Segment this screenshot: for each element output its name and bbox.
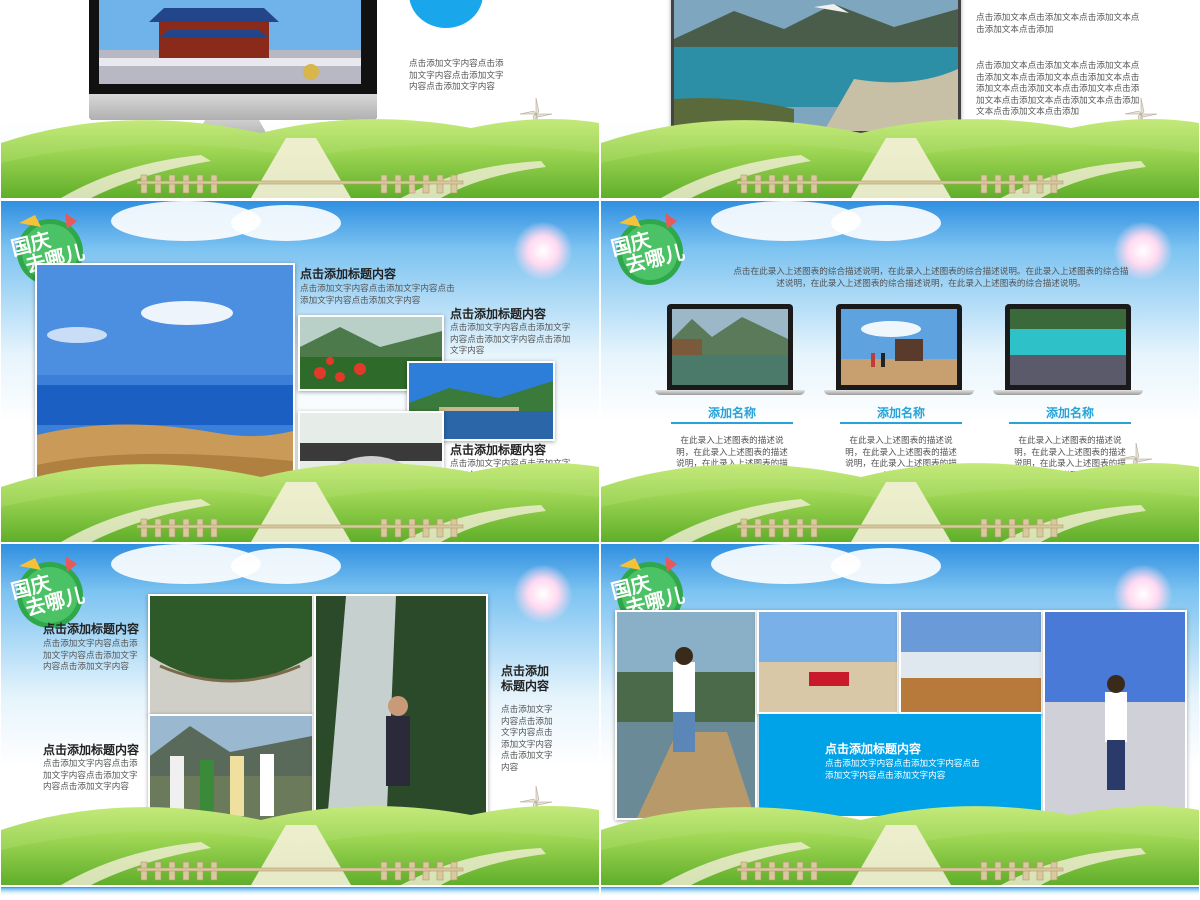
laptop-base-3	[993, 390, 1143, 395]
card3-name: 添加名称	[1045, 406, 1094, 420]
slide6-body: 点击添加文字内容点击添加文字内容点击添加文字内容点击添加文字内容	[825, 758, 980, 780]
monitor-frame	[89, 0, 377, 120]
cloud-decoration	[231, 548, 341, 584]
slide-1[interactable]: 点击添加文字内容点击添加文字内容点击添加文字内容点击添加文字内容	[1, 0, 599, 198]
slide5-title-3b: 标题内容	[501, 679, 550, 693]
grass-hills	[601, 118, 1199, 198]
grass-hills	[1, 462, 599, 542]
slide3-body-1: 点击添加文字内容点击添加文字内容点击添加文字内容点击添加文字内容	[300, 283, 455, 305]
slide5-body-1: 点击添加文字内容点击添加文字内容点击添加文字内容点击添加文字内容	[43, 638, 138, 671]
card2-name: 添加名称	[876, 406, 925, 420]
cloud-decoration	[831, 205, 941, 241]
slide-8-partial	[601, 887, 1199, 900]
laptop-base-2	[824, 390, 974, 395]
slide1-body-text: 点击添加文字内容点击添加文字内容点击添加文字内容点击添加文字内容	[409, 58, 504, 91]
pavilion-photo	[841, 309, 957, 385]
slide5-body-2: 点击添加文字内容点击添加文字内容点击添加文字内容点击添加文字内容	[43, 758, 138, 791]
grass-hills	[1, 805, 599, 885]
slide5-title-2: 点击添加标题内容	[43, 743, 140, 757]
grass-hills	[601, 462, 1199, 542]
beach-sitting-photo	[757, 610, 899, 714]
sky-background	[601, 887, 1199, 900]
slide-3[interactable]: 国庆 去哪儿 点击添加标题内容 点击添加文字内容点击添加文字内容点击添加文字内容…	[1, 201, 599, 542]
cloud-decoration	[231, 205, 341, 241]
slide5-body-3: 点击添加文字内容点击添加文字内容点击添加文字内容点击添加文字内容	[501, 704, 553, 772]
laptop-screen-3	[1005, 304, 1131, 390]
ocean-waves-photo	[899, 610, 1043, 714]
river-town-photo	[672, 309, 788, 385]
rope-bridge-photo	[148, 594, 314, 716]
card3-underline	[1009, 422, 1131, 424]
laptop-base-1	[655, 390, 805, 395]
slide5-title-1: 点击添加标题内容	[43, 622, 140, 636]
slide-2[interactable]: 点击添加文本点击添加文本点击添加文本点击添加文本点击添加 点击添加文本点击添加文…	[601, 0, 1199, 198]
card2-underline	[840, 422, 962, 424]
cloud-decoration	[831, 548, 941, 584]
sky-background	[1, 887, 599, 900]
card1-underline	[671, 422, 793, 424]
pool-crowd-photo	[1010, 309, 1126, 385]
sun-glow	[513, 564, 573, 624]
sun-glow	[513, 221, 573, 281]
beach-jump-photo	[1043, 610, 1187, 820]
grass-hills	[1, 118, 599, 198]
bamboo-raft-photo	[615, 610, 757, 820]
slide-4[interactable]: 国庆 去哪儿 点击在此录入上述图表的综合描述说明，在此录入上述图表的综合描述说明…	[601, 201, 1199, 542]
slide-7-partial	[1, 887, 599, 900]
slide6-title: 点击添加标题内容	[825, 742, 922, 756]
card1-name: 添加名称	[707, 406, 756, 420]
temple-photo	[99, 0, 361, 84]
laptop-screen-1	[667, 304, 793, 390]
slide2-body-text-1: 点击添加文本点击添加文本点击添加文本点击添加文本点击添加	[976, 12, 1140, 34]
slide-5[interactable]: 国庆 去哪儿 点击添加标题内容 点击添加文字内容点击添加文字内容点击添加文字内容…	[1, 544, 599, 885]
slide3-title-2: 点击添加标题内容	[450, 307, 547, 321]
slide3-title-1: 点击添加标题内容	[300, 267, 397, 281]
grass-hills	[601, 805, 1199, 885]
slide4-intro-text: 点击在此录入上述图表的综合描述说明，在此录入上述图表的综合描述说明。在此录入上述…	[733, 266, 1129, 288]
slide-6[interactable]: 国庆 去哪儿 点击添加标题内容 点击添加文字内容点击添加文字内容点击添加文字内容…	[601, 544, 1199, 885]
laptop-screen-2	[836, 304, 962, 390]
slide3-body-2: 点击添加文字内容点击添加文字内容点击添加文字内容点击添加文字内容	[450, 322, 571, 355]
